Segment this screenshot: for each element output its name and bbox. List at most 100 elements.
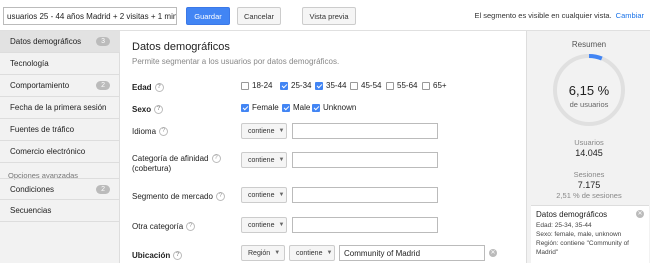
- help-icon[interactable]: ?: [215, 192, 225, 202]
- language-operator-select[interactable]: contiene ▼: [241, 123, 287, 139]
- chevron-down-icon: ▼: [278, 128, 285, 134]
- checkbox-option[interactable]: Unknown: [312, 103, 356, 112]
- condition-line: Sexo: female, male, unknown: [536, 231, 622, 238]
- summary-title: Resumen: [571, 40, 607, 49]
- location-label: Ubicación?: [132, 251, 183, 261]
- chevron-down-icon: ▼: [278, 222, 285, 228]
- checkbox-option[interactable]: 45-54: [350, 81, 381, 90]
- checked-checkbox-icon[interactable]: [312, 103, 320, 112]
- other-category-label: Otra categoría?: [132, 222, 196, 232]
- other-value-input[interactable]: [292, 217, 438, 233]
- unchecked-checkbox-icon[interactable]: [386, 81, 394, 90]
- sidebar-item-behavior[interactable]: Comportamiento 2: [0, 75, 120, 97]
- sessions-label: Sesiones: [573, 170, 605, 179]
- summary-percent-label: de usuarios: [569, 100, 609, 109]
- location-value-input[interactable]: Community of Madrid: [339, 245, 485, 261]
- checked-checkbox-icon[interactable]: [280, 81, 288, 90]
- unchecked-checkbox-icon[interactable]: [241, 81, 249, 90]
- checkbox-option[interactable]: 55-64: [386, 81, 417, 90]
- checkbox-option[interactable]: 25-34: [280, 81, 311, 90]
- panel-subtitle: Permite segmentar a los usuarios por dat…: [132, 57, 340, 66]
- sidebar-item-technology[interactable]: Tecnología: [0, 53, 120, 75]
- condition-line: Región: contiene "Community of: [536, 240, 629, 247]
- sidebar-item-label: Comercio electrónico: [10, 147, 86, 156]
- sidebar-item-label: Datos demográficos: [10, 37, 82, 46]
- help-icon[interactable]: ?: [186, 222, 196, 232]
- segment-name-input[interactable]: usuarios 25 - 44 años Madrid + 2 visitas…: [3, 7, 177, 25]
- checkbox-label: 45-54: [361, 81, 382, 90]
- help-icon[interactable]: ?: [154, 105, 164, 115]
- checkbox-label: 65+: [433, 81, 447, 90]
- unchecked-checkbox-icon[interactable]: [422, 81, 430, 90]
- checkbox-option[interactable]: 65+: [422, 81, 447, 90]
- sidebar-item-traffic-sources[interactable]: Fuentes de tráfico: [0, 119, 120, 141]
- checkbox-option[interactable]: 18-24: [241, 81, 272, 90]
- cancel-button[interactable]: Cancelar: [237, 7, 281, 25]
- checkbox-label: 18-24: [252, 81, 273, 90]
- condition-card-title: Datos demográficos: [536, 210, 608, 219]
- age-label: Edad?: [132, 83, 164, 93]
- sidebar-item-first-session-date[interactable]: Fecha de la primera sesión: [0, 97, 120, 119]
- operator-value: contiene: [248, 127, 275, 135]
- condition-line: Madrid": [536, 249, 559, 256]
- chevron-down-icon: ▼: [326, 250, 333, 256]
- help-icon[interactable]: ?: [211, 154, 221, 164]
- market-operator-select[interactable]: contiene ▼: [241, 187, 287, 203]
- market-segment-label-text: Segmento de mercado: [132, 192, 213, 201]
- chevron-down-icon: ▼: [274, 250, 281, 256]
- checkbox-option[interactable]: Male: [282, 103, 310, 112]
- help-icon[interactable]: ?: [173, 251, 183, 261]
- save-button[interactable]: Guardar: [186, 7, 230, 25]
- location-operator-select[interactable]: contiene ▼: [289, 245, 335, 261]
- sidebar-item-conditions[interactable]: Condiciones 2: [0, 178, 120, 200]
- market-segment-label: Segmento de mercado?: [132, 192, 225, 202]
- affinity-label-line1: Categoría de afinidad: [132, 154, 209, 163]
- users-label: Usuarios: [574, 138, 604, 147]
- operator-value: contiene: [248, 221, 275, 229]
- count-badge: 3: [96, 37, 110, 46]
- users-value: 14.045: [575, 148, 603, 158]
- sidebar-item-label: Tecnología: [10, 59, 49, 68]
- count-badge: 2: [96, 81, 110, 90]
- checkbox-label: Female: [252, 103, 279, 112]
- language-value-input[interactable]: [292, 123, 438, 139]
- affinity-label: Categoría de afinidad? (cobertura): [132, 154, 221, 174]
- sidebar-item-sequences[interactable]: Secuencias: [0, 200, 120, 222]
- clear-location-icon[interactable]: ✕: [489, 249, 497, 257]
- gender-label: Sexo?: [132, 105, 164, 115]
- checked-checkbox-icon[interactable]: [282, 103, 290, 112]
- operator-value: contiene: [296, 249, 323, 257]
- affinity-label-line2: (cobertura): [132, 164, 172, 173]
- preview-button[interactable]: Vista previa: [302, 7, 356, 25]
- operator-value: contiene: [248, 191, 275, 199]
- chevron-down-icon: ▼: [278, 157, 285, 163]
- sidebar-item-label: Fuentes de tráfico: [10, 125, 75, 134]
- location-dimension-select[interactable]: Región ▼: [241, 245, 285, 261]
- sidebar-item-label: Secuencias: [10, 206, 52, 215]
- other-operator-select[interactable]: contiene ▼: [241, 217, 287, 233]
- checked-checkbox-icon[interactable]: [315, 81, 323, 90]
- operator-value: contiene: [248, 156, 275, 164]
- panel-title: Datos demográficos: [132, 41, 230, 53]
- help-icon[interactable]: ?: [154, 83, 164, 93]
- sidebar-item-demographics[interactable]: Datos demográficos 3: [0, 31, 120, 53]
- sidebar-item-ecommerce[interactable]: Comercio electrónico: [0, 141, 120, 163]
- help-icon[interactable]: ?: [159, 127, 169, 137]
- checkbox-option[interactable]: 35-44: [315, 81, 346, 90]
- condition-line: Edad: 25-34, 35-44: [536, 222, 592, 229]
- affinity-operator-select[interactable]: contiene ▼: [241, 152, 287, 168]
- checkbox-option[interactable]: Female: [241, 103, 279, 112]
- remove-condition-icon[interactable]: ✕: [636, 210, 644, 218]
- sidebar-item-label: Fecha de la primera sesión: [10, 103, 107, 112]
- checkbox-label: Male: [293, 103, 311, 112]
- checkbox-label: 55-64: [397, 81, 418, 90]
- summary-percent: 6,15 %: [568, 83, 610, 98]
- unchecked-checkbox-icon[interactable]: [350, 81, 358, 90]
- affinity-value-input[interactable]: [292, 152, 438, 168]
- checked-checkbox-icon[interactable]: [241, 103, 249, 112]
- sessions-percent: 2,51 % de sesiones: [556, 191, 622, 200]
- market-value-input[interactable]: [292, 187, 438, 203]
- sidebar-item-label: Condiciones: [10, 184, 55, 194]
- change-visibility-link[interactable]: Cambiar: [616, 11, 644, 20]
- category-sidebar: Datos demográficos 3 Tecnología Comporta…: [0, 31, 120, 263]
